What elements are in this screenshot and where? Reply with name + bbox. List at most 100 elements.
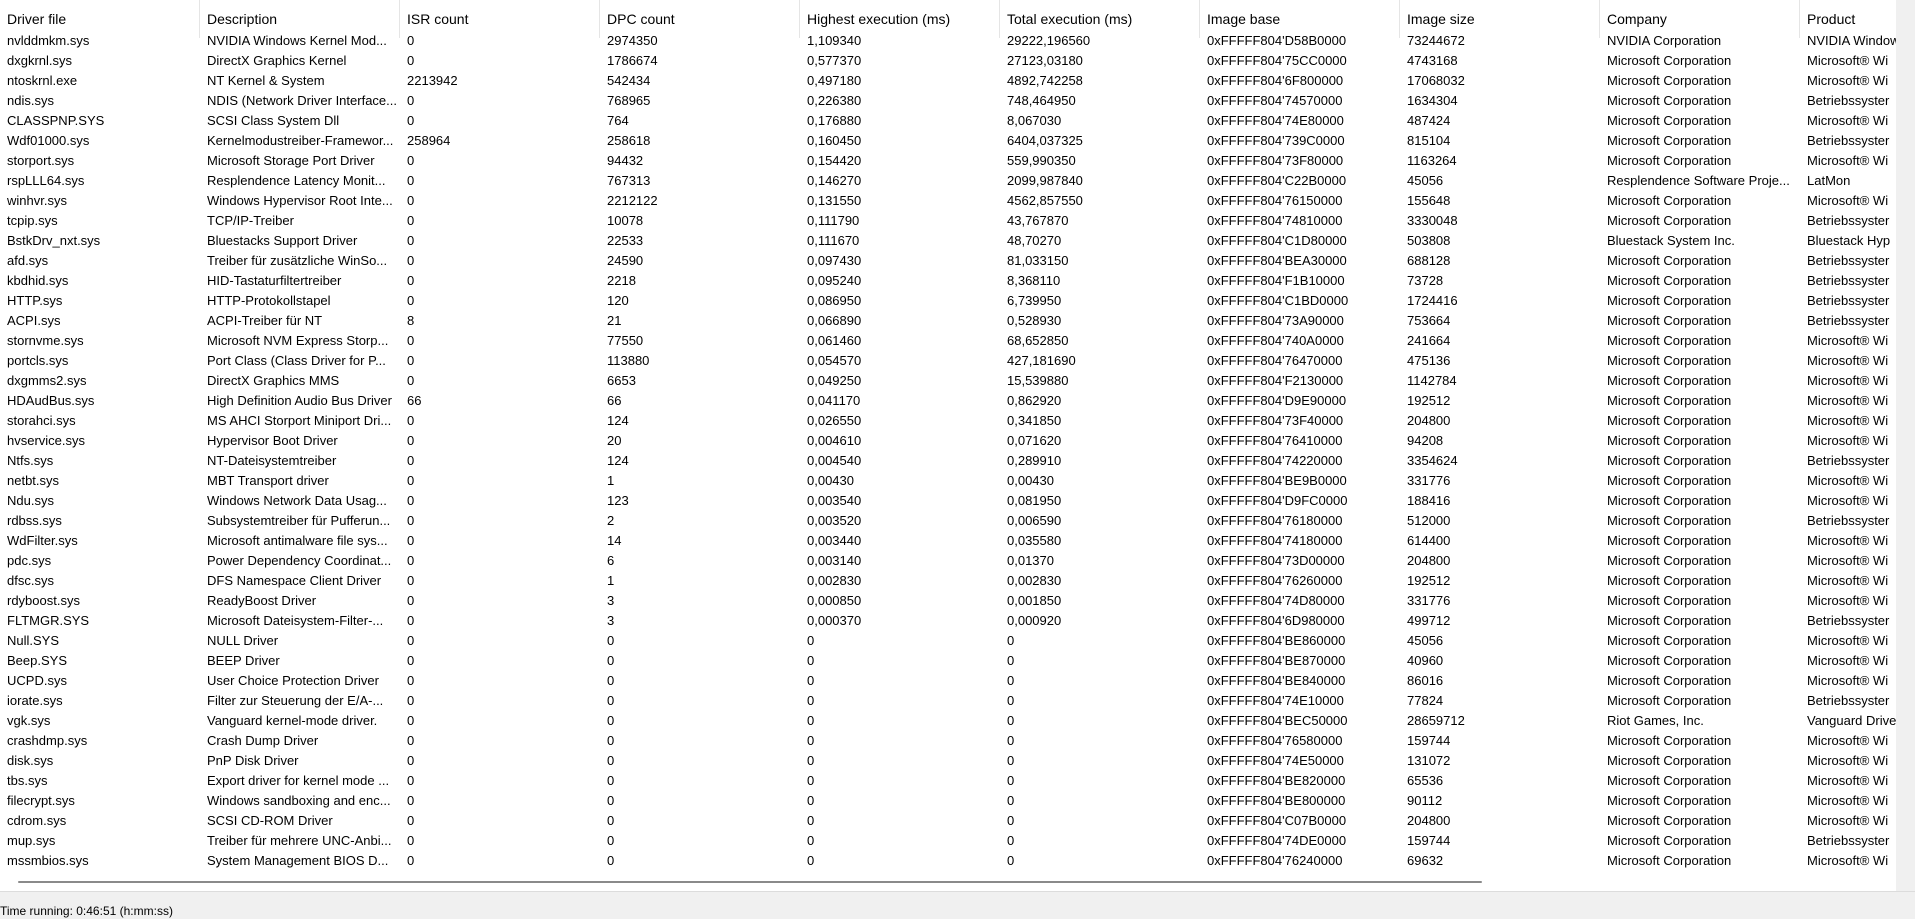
cell-total-execution: 0	[1007, 833, 1015, 848]
horizontal-scrollbar-thumb[interactable]	[18, 881, 1482, 883]
table-row[interactable]: cdrom.sys SCSI CD-ROM Driver 0 0 0 0 0xFFFFF80…	[0, 811, 1896, 831]
table-row[interactable]: BstkDrv_nxt.sys Bluestacks Support Driver…	[0, 231, 1896, 251]
table-row[interactable]: Ntfs.sys NT-Dateisystemtreiber 0 124 0,00454…	[0, 451, 1896, 471]
table-row[interactable]: WdFilter.sys Microsoft antimalware file s…	[0, 531, 1896, 551]
table-row[interactable]: HDAudBus.sys High Definition Audio Bus Dr…	[0, 391, 1896, 411]
cell-image-base: 0xFFFFF804'76260000	[1207, 573, 1343, 588]
cell-image-base: 0xFFFFF804'C22B0000	[1207, 173, 1347, 188]
table-row[interactable]: nvlddmkm.sys NVIDIA Windows Kernel Mod...…	[0, 31, 1896, 51]
cell-driver-file: tcpip.sys	[7, 213, 58, 228]
cell-highest-execution: 0,066890	[807, 313, 862, 328]
cell-highest-execution: 0	[807, 713, 815, 728]
cell-dpc-count: 258618	[607, 133, 651, 148]
table-row[interactable]: crashdmp.sys Crash Dump Driver 0 0 0 0 0xFFFFF…	[0, 731, 1896, 751]
cell-image-base: 0xFFFFF804'C07B0000	[1207, 813, 1347, 828]
table-row[interactable]: vgk.sys Vanguard kernel-mode driver. 0 0 0 0 0…	[0, 711, 1896, 731]
table-row[interactable]: ntoskrnl.exe NT Kernel & System 2213942 542…	[0, 71, 1896, 91]
cell-driver-file: Ndu.sys	[7, 493, 54, 508]
cell-driver-file: Beep.SYS	[7, 653, 67, 668]
cell-highest-execution: 0,054570	[807, 353, 862, 368]
cell-driver-file: Wdf01000.sys	[7, 133, 90, 148]
cell-driver-file: cdrom.sys	[7, 813, 67, 828]
table-row[interactable]: tbs.sys Export driver for kernel mode ...…	[0, 771, 1896, 791]
table-row[interactable]: Wdf01000.sys Kernelmodustreiber-Framewor.…	[0, 131, 1896, 151]
cell-highest-execution: 0,154420	[807, 153, 862, 168]
cell-driver-file: storahci.sys	[7, 413, 76, 428]
cell-description: SCSI Class System Dll	[207, 113, 340, 128]
table-row[interactable]: dfsc.sys DFS Namespace Client Driver 0 1 0,0…	[0, 571, 1896, 591]
table-row[interactable]: Beep.SYS BEEP Driver 0 0 0 0 0xFFFFF804'BE8700…	[0, 651, 1896, 671]
table-row[interactable]: kbdhid.sys HID-Tastaturfiltertreiber 0 2218…	[0, 271, 1896, 291]
cell-total-execution: 2099,987840	[1007, 173, 1083, 188]
cell-image-size: 753664	[1407, 313, 1451, 328]
cell-product: Microsoft® Wi	[1807, 373, 1889, 388]
table-row[interactable]: tcpip.sys TCP/IP-Treiber 0 10078 0,111790 43,…	[0, 211, 1896, 231]
cell-isr-count: 0	[407, 793, 415, 808]
cell-description: User Choice Protection Driver	[207, 673, 379, 688]
table-row[interactable]: filecrypt.sys Windows sandboxing and enc.…	[0, 791, 1896, 811]
cell-image-size: 4743168	[1407, 53, 1458, 68]
cell-description: Microsoft NVM Express Storp...	[207, 333, 389, 348]
table-row[interactable]: dxgmms2.sys DirectX Graphics MMS 0 6653 0,04…	[0, 371, 1896, 391]
cell-image-base: 0xFFFFF804'74220000	[1207, 453, 1343, 468]
cell-description: Subsystemtreiber für Pufferun...	[207, 513, 391, 528]
cell-isr-count: 0	[407, 173, 415, 188]
table-row[interactable]: pdc.sys Power Dependency Coordinat... 0 6 0,…	[0, 551, 1896, 571]
cell-dpc-count: 1	[607, 573, 615, 588]
cell-total-execution: 748,464950	[1007, 93, 1076, 108]
cell-isr-count: 0	[407, 833, 415, 848]
cell-image-size: 1163264	[1407, 153, 1457, 168]
table-row[interactable]: rspLLL64.sys Resplendence Latency Monit..…	[0, 171, 1896, 191]
cell-isr-count: 0	[407, 633, 415, 648]
cell-description: NULL Driver	[207, 633, 279, 648]
table-row[interactable]: hvservice.sys Hypervisor Boot Driver 0 20 0,…	[0, 431, 1896, 451]
table-row[interactable]: mssmbios.sys System Management BIOS D... 0…	[0, 851, 1896, 871]
cell-total-execution: 0,862920	[1007, 393, 1062, 408]
cell-image-size: 17068032	[1407, 73, 1465, 88]
table-row[interactable]: storport.sys Microsoft Storage Port Drive…	[0, 151, 1896, 171]
table-row[interactable]: disk.sys PnP Disk Driver 0 0 0 0 0xFFFFF804'74…	[0, 751, 1896, 771]
table-row[interactable]: netbt.sys MBT Transport driver 0 1 0,00430 0,…	[0, 471, 1896, 491]
cell-image-base: 0xFFFFF804'76150000	[1207, 193, 1343, 208]
table-row[interactable]: storahci.sys MS AHCI Storport Miniport Dr…	[0, 411, 1896, 431]
table-row[interactable]: afd.sys Treiber für zusätzliche WinSo... 0…	[0, 251, 1896, 271]
cell-isr-count: 0	[407, 153, 415, 168]
cell-image-base: 0xFFFFF804'BE860000	[1207, 633, 1346, 648]
table-row[interactable]: ndis.sys NDIS (Network Driver Interface..…	[0, 91, 1896, 111]
table-row[interactable]: ACPI.sys ACPI-Treiber für NT 8 21 0,066890 0,…	[0, 311, 1896, 331]
table-row[interactable]: dxgkrnl.sys DirectX Graphics Kernel 0 17866…	[0, 51, 1896, 71]
drivers-window: Driver file Description ISR count DPC count…	[0, 0, 1915, 919]
table-row[interactable]: HTTP.sys HTTP-Protokollstapel 0 120 0,086950…	[0, 291, 1896, 311]
table-row[interactable]: iorate.sys Filter zur Steuerung der E/A-.…	[0, 691, 1896, 711]
cell-description: ReadyBoost Driver	[207, 593, 317, 608]
cell-total-execution: 0	[1007, 773, 1015, 788]
table-row[interactable]: portcls.sys Port Class (Class Driver for …	[0, 351, 1896, 371]
cell-product: Microsoft® Wi	[1807, 633, 1889, 648]
cell-highest-execution: 0,577370	[807, 53, 862, 68]
table-row[interactable]: UCPD.sys User Choice Protection Driver 0 0 0…	[0, 671, 1896, 691]
table-row[interactable]: rdbss.sys Subsystemtreiber für Pufferun..…	[0, 511, 1896, 531]
cell-image-base: 0xFFFFF804'F1B10000	[1207, 273, 1345, 288]
cell-dpc-count: 123	[607, 493, 629, 508]
cell-company: Microsoft Corporation	[1607, 393, 1732, 408]
table-row[interactable]: winhvr.sys Windows Hypervisor Root Inte..…	[0, 191, 1896, 211]
cell-total-execution: 0	[1007, 793, 1015, 808]
table-row[interactable]: FLTMGR.SYS Microsoft Dateisystem-Filter-.…	[0, 611, 1896, 631]
vertical-scrollbar[interactable]	[1896, 0, 1915, 872]
table-row[interactable]: Ndu.sys Windows Network Data Usag... 0 123 0…	[0, 491, 1896, 511]
table-row[interactable]: rdyboost.sys ReadyBoost Driver 0 3 0,000850 0…	[0, 591, 1896, 611]
cell-image-base: 0xFFFFF804'73D00000	[1207, 553, 1345, 568]
cell-highest-execution: 0	[807, 813, 815, 828]
cell-description: MS AHCI Storport Miniport Dri...	[207, 413, 392, 428]
cell-highest-execution: 0,176880	[807, 113, 862, 128]
horizontal-scrollbar[interactable]	[0, 872, 1896, 891]
table-row[interactable]: Null.SYS NULL Driver 0 0 0 0 0xFFFFF804'BE8600…	[0, 631, 1896, 651]
cell-company: Microsoft Corporation	[1607, 453, 1732, 468]
cell-dpc-count: 1786674	[607, 53, 658, 68]
table-row[interactable]: mup.sys Treiber für mehrere UNC-Anbi... 0 0…	[0, 831, 1896, 851]
cell-isr-count: 0	[407, 333, 415, 348]
table-row[interactable]: stornvme.sys Microsoft NVM Express Storp.…	[0, 331, 1896, 351]
cell-image-size: 65536	[1407, 773, 1444, 788]
cell-product: Betriebssyster	[1807, 213, 1890, 228]
table-row[interactable]: CLASSPNP.SYS SCSI Class System Dll 0 764 0,1…	[0, 111, 1896, 131]
